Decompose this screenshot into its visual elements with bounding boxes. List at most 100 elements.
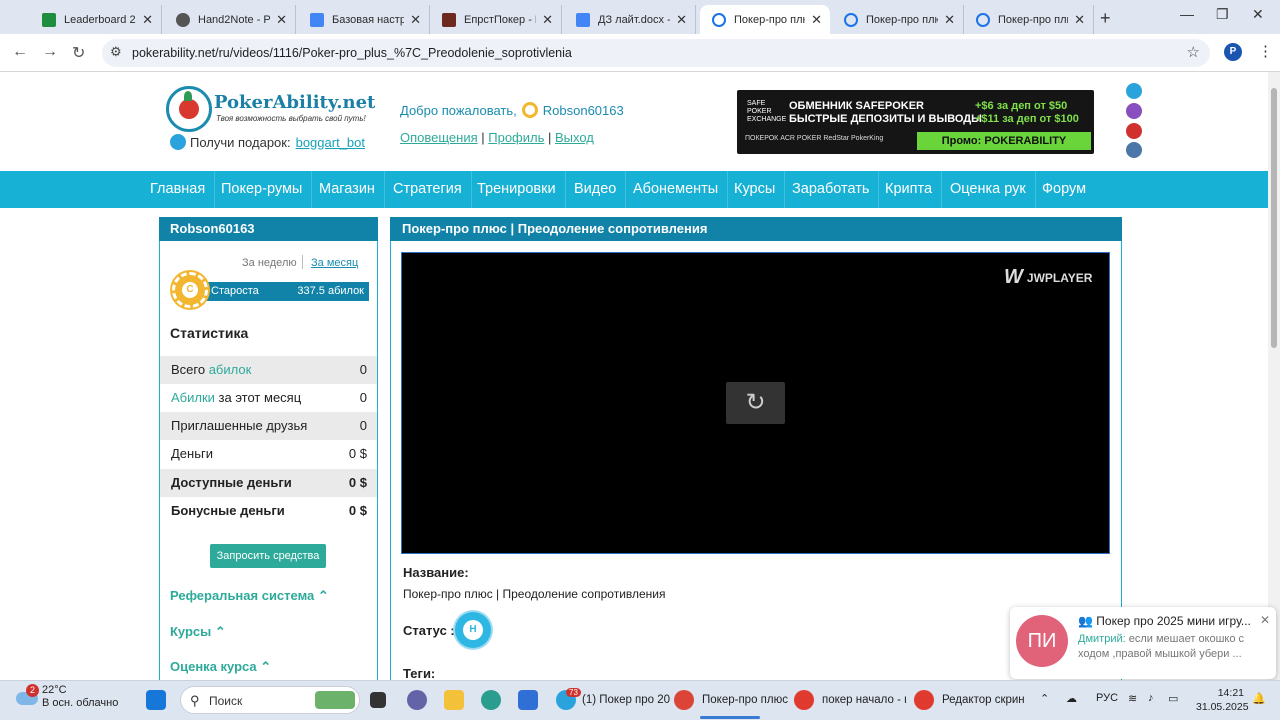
system-clock[interactable]: 14:21 31.05.2025: [1196, 686, 1249, 714]
period-month-link[interactable]: За месяц: [311, 257, 358, 269]
task-view-button[interactable]: [370, 680, 386, 720]
browser-tab[interactable]: ДЗ лайт.docx - G✕: [564, 5, 696, 34]
bookmark-star-icon[interactable]: ☆: [1187, 43, 1200, 61]
explorer-app[interactable]: [444, 680, 464, 720]
jwplayer-logo: W JWPLAYER: [1004, 266, 1093, 288]
group-icon: 👥: [1078, 614, 1097, 628]
reload-icon[interactable]: ↻: [72, 43, 85, 63]
chevron-up-icon[interactable]: ⌃: [1040, 692, 1049, 705]
address-bar-row: ← → ↻ ⚙ pokerability.net/ru/videos/1116/…: [0, 34, 1280, 72]
nav-home[interactable]: Главная: [141, 171, 216, 208]
chat-app[interactable]: [407, 680, 427, 720]
language-indicator[interactable]: РУС: [1096, 692, 1118, 704]
stat-row: Всего абилок 0: [160, 356, 377, 384]
nav-earn[interactable]: Заработать: [783, 171, 880, 208]
taskbar-yandex-2[interactable]: Редактор скрин: [914, 680, 1025, 720]
close-icon[interactable]: ✕: [1260, 613, 1270, 627]
new-tab-icon[interactable]: +: [1100, 8, 1111, 29]
browser-tab[interactable]: Hand2Note - Po ✕: [164, 5, 296, 34]
nav-video[interactable]: Видео: [565, 171, 627, 208]
browser-tab[interactable]: Покер-про плю ✕: [964, 5, 1094, 34]
window-close-icon[interactable]: ✕: [1252, 6, 1264, 23]
close-icon[interactable]: ✕: [811, 12, 822, 28]
period-week-link[interactable]: За неделю: [242, 257, 297, 269]
notifications-link[interactable]: Оповещения: [400, 130, 478, 145]
replay-button[interactable]: ↻: [726, 382, 785, 424]
telegram-notification[interactable]: ПИ 👥 Покер про 2025 мини игру... Дмитрий…: [1010, 607, 1276, 679]
abilki-link[interactable]: абилок: [209, 362, 252, 377]
taskbar-telegram[interactable]: (1) Покер про 20: [556, 680, 670, 720]
replay-icon: ↻: [745, 389, 766, 416]
cloud-sync-icon[interactable]: ☁: [1066, 692, 1077, 705]
close-icon[interactable]: ✕: [676, 12, 687, 28]
nav-crypto[interactable]: Крипта: [876, 171, 943, 208]
course-rating-section-toggle[interactable]: Оценка курса ⌃: [170, 659, 271, 675]
promo-code: Промо: POKERABILITY: [917, 132, 1091, 150]
close-icon[interactable]: ✕: [542, 12, 553, 28]
browser-tab[interactable]: Базовая настро ✕: [298, 5, 430, 34]
tags-label: Теги:: [403, 666, 436, 681]
telegram-icon[interactable]: [1126, 83, 1142, 99]
start-button[interactable]: [146, 680, 166, 720]
site-info-icon[interactable]: ⚙: [110, 44, 122, 60]
taskbar-chrome[interactable]: Покер-про плюс: [674, 680, 788, 720]
nav-subscriptions[interactable]: Абонементы: [624, 171, 729, 208]
safepoker-banner[interactable]: SAFE POKER EXCHANGE ОБМЕННИК SAFEPOKER БЫ…: [737, 90, 1094, 154]
site-logo-icon[interactable]: [166, 86, 212, 132]
close-icon[interactable]: ✕: [410, 12, 421, 28]
nav-shop[interactable]: Магазин: [310, 171, 385, 208]
brand-name[interactable]: PokerAbility.net: [214, 92, 375, 113]
chip-icon: [521, 102, 538, 118]
maximize-icon[interactable]: ❐: [1216, 6, 1229, 23]
docs-icon: [576, 12, 590, 27]
store-app[interactable]: [518, 680, 538, 720]
youtube-icon[interactable]: [1126, 123, 1142, 139]
forward-icon[interactable]: →: [42, 43, 58, 61]
taskbar-search[interactable]: ⚲ Поиск: [180, 686, 360, 714]
courses-section-toggle[interactable]: Курсы ⌃: [170, 624, 226, 640]
nav-hand-review[interactable]: Оценка рук: [941, 171, 1036, 208]
volume-icon[interactable]: ♪: [1148, 692, 1154, 704]
browser-tab-active[interactable]: Покер-про плюс✕: [700, 5, 830, 34]
close-icon[interactable]: ✕: [944, 12, 955, 28]
avatar: ПИ: [1016, 615, 1068, 667]
username-link[interactable]: Robson60163: [543, 103, 624, 118]
browser-tab[interactable]: Leaderboard 2 - ✕: [30, 5, 162, 34]
taskbar-yandex-1[interactable]: покер начало - ι: [794, 680, 907, 720]
back-icon[interactable]: ←: [12, 43, 28, 61]
twitch-icon[interactable]: [1126, 103, 1142, 119]
nav-poker-rooms[interactable]: Покер-румы: [212, 171, 313, 208]
nav-strategy[interactable]: Стратегия: [384, 171, 472, 208]
stat-row: Доступные деньги 0 $: [160, 469, 377, 497]
logout-link[interactable]: Выход: [555, 130, 594, 145]
nav-courses[interactable]: Курсы: [725, 171, 786, 208]
minimize-icon[interactable]: —: [1180, 6, 1194, 22]
abilki-link[interactable]: Абилки: [171, 390, 215, 405]
request-funds-button[interactable]: Запросить средства: [210, 544, 326, 568]
page-scrollbar[interactable]: [1268, 72, 1280, 680]
browser-tab[interactable]: ЕпрстПокер - П ✕: [430, 5, 562, 34]
nav-forum[interactable]: Форум: [1033, 171, 1095, 208]
battery-icon[interactable]: ▭: [1168, 692, 1178, 705]
menu-kebab-icon[interactable]: ⋮: [1258, 42, 1273, 60]
gift-bot-link[interactable]: boggart_bot: [296, 135, 365, 150]
profile-avatar[interactable]: P: [1224, 43, 1242, 61]
status-label: Статус :: [403, 623, 455, 638]
safepoker-logo: SAFE POKER EXCHANGE: [747, 100, 787, 123]
close-icon[interactable]: ✕: [1074, 12, 1085, 28]
vk-icon[interactable]: [1126, 142, 1142, 158]
wifi-icon[interactable]: ≋: [1128, 692, 1137, 705]
scrollbar-thumb[interactable]: [1271, 88, 1277, 348]
close-icon[interactable]: ✕: [142, 12, 153, 28]
globe-icon: [844, 12, 858, 27]
rank-chip-icon: С: [172, 272, 208, 308]
browser-tab[interactable]: Покер-про плю ✕: [832, 5, 964, 34]
address-input[interactable]: ⚙ pokerability.net/ru/videos/1116/Poker-…: [102, 39, 1210, 67]
profile-link[interactable]: Профиль: [488, 130, 544, 145]
close-icon[interactable]: ✕: [276, 12, 287, 28]
nav-training[interactable]: Тренировки: [468, 171, 566, 208]
referral-section-toggle[interactable]: Реферальная система ⌃: [170, 588, 329, 604]
edge-app[interactable]: [481, 680, 501, 720]
weather-widget[interactable]: 2 22°C В осн. облачно: [16, 684, 118, 710]
notifications-icon[interactable]: 🔔: [1252, 692, 1266, 705]
